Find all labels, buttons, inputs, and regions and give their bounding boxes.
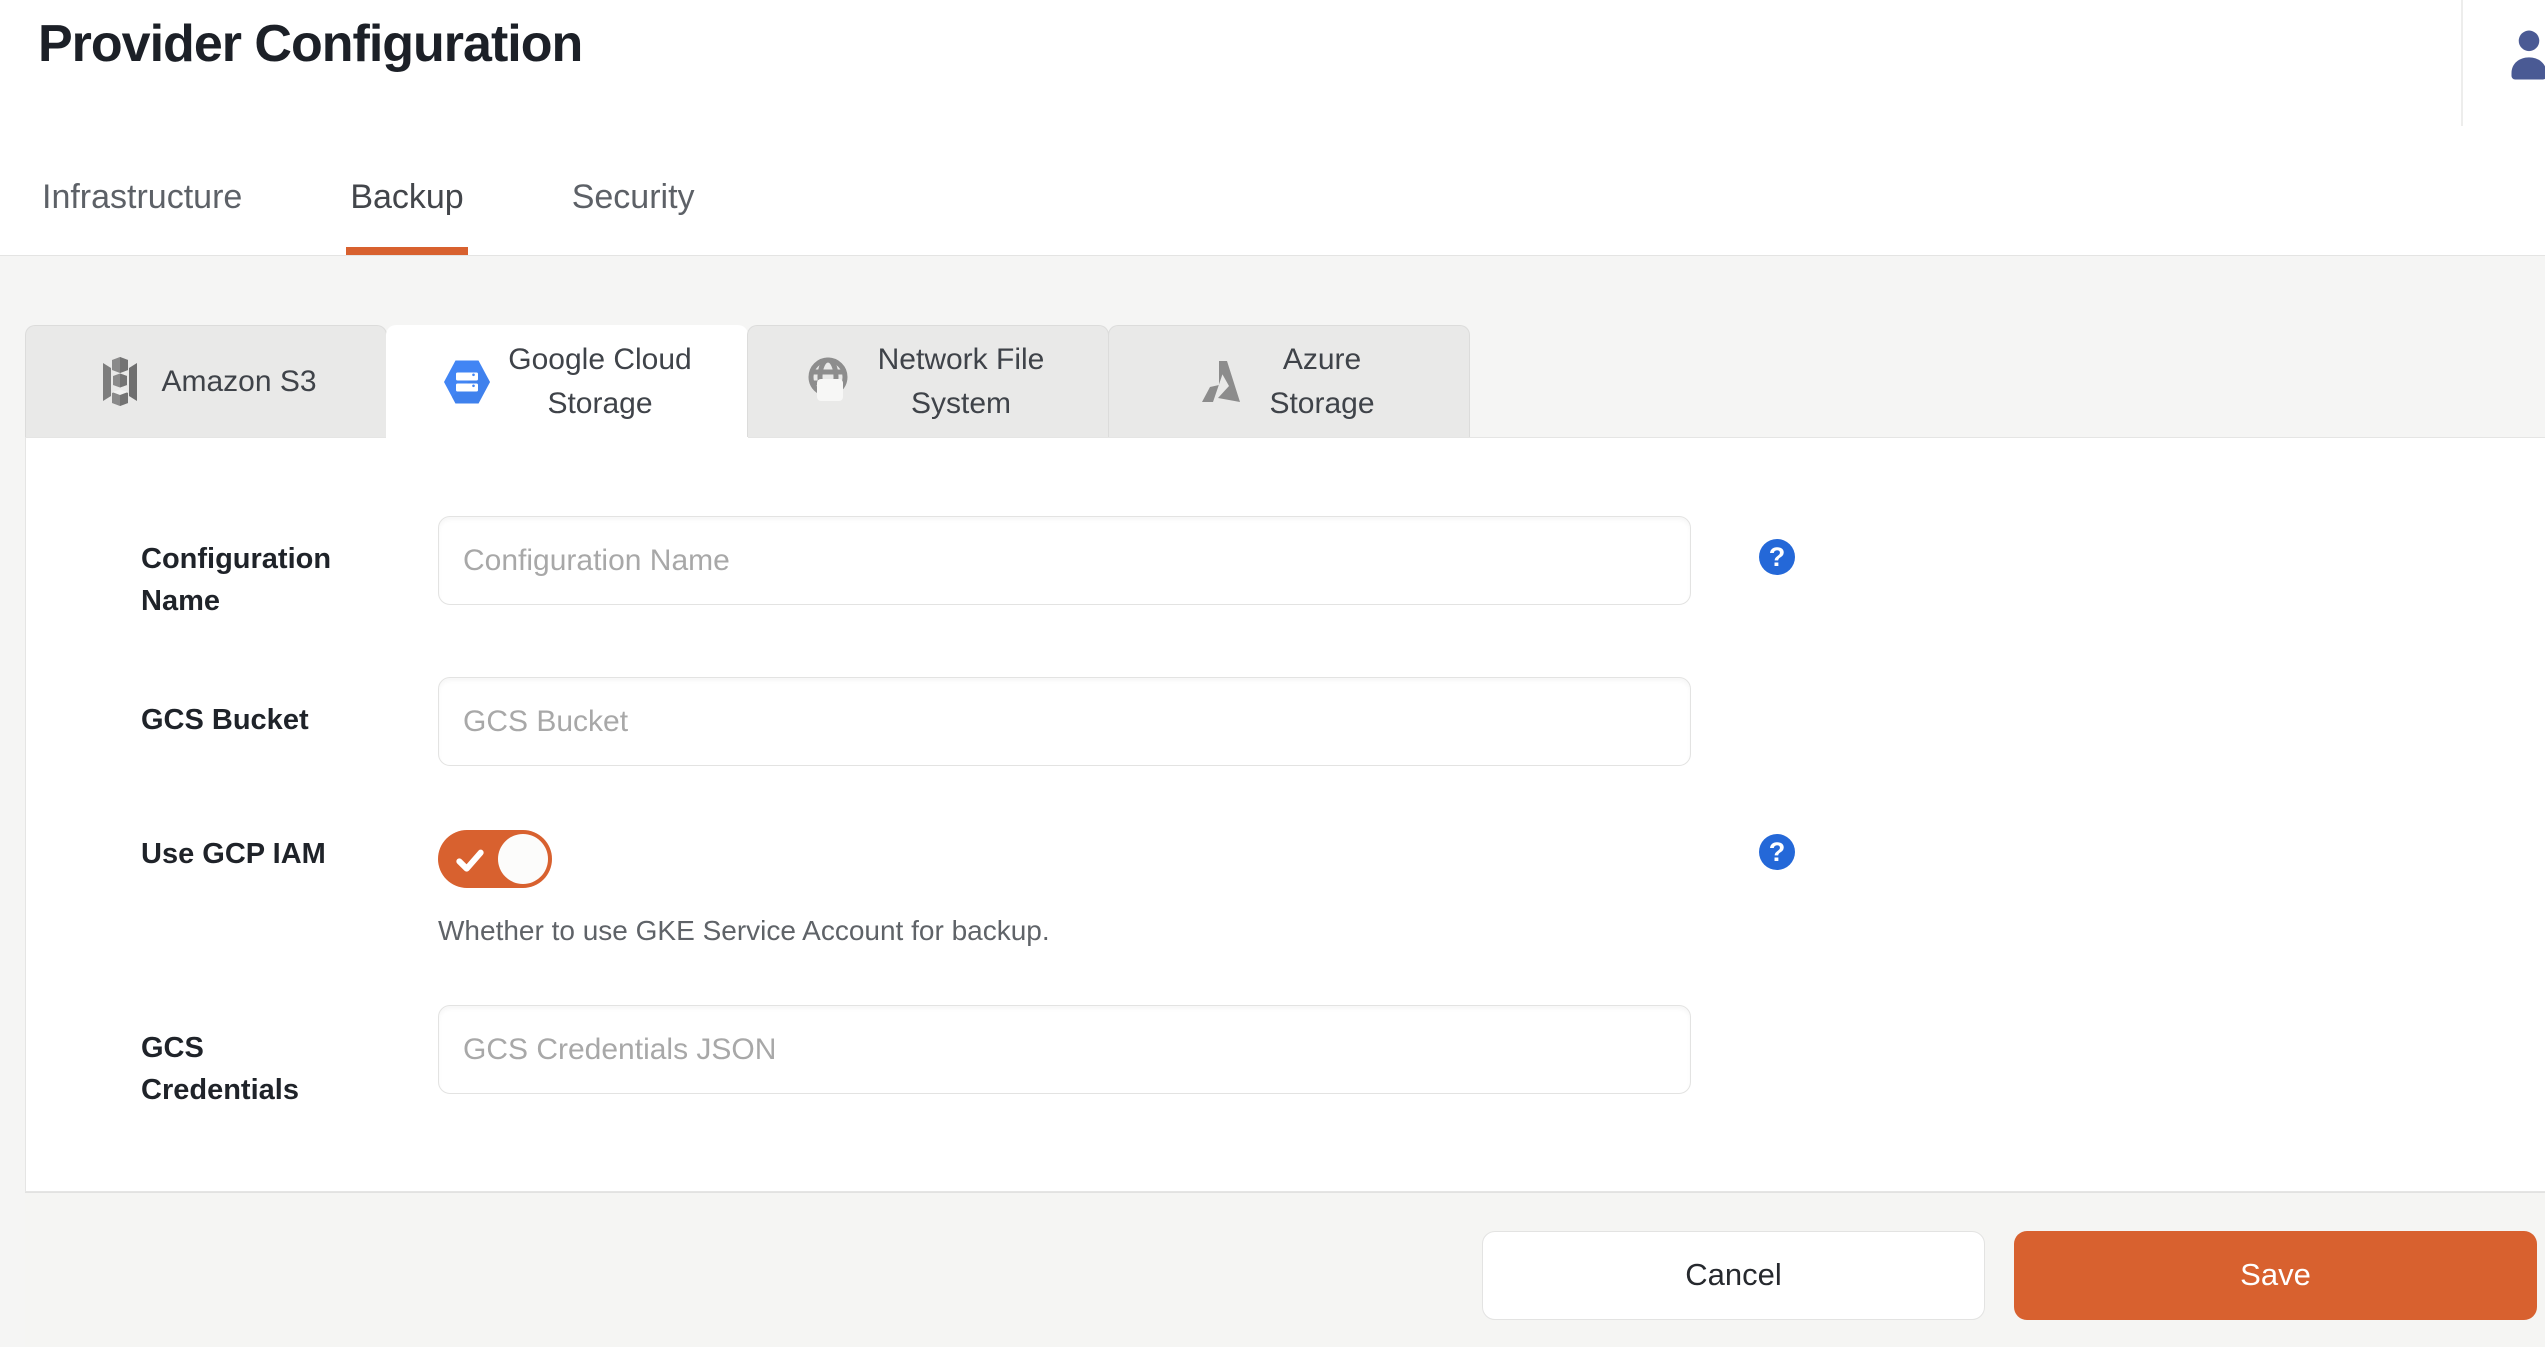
use-gcp-iam-label: Use GCP IAM: [141, 821, 438, 875]
toggle-knob: [498, 834, 548, 884]
form-row-gcs-bucket: GCS Bucket: [141, 677, 2545, 766]
form-row-gcs-credentials: GCS Credentials: [141, 1005, 2545, 1111]
provider-tab-bar: Amazon S3 Google Cloud Storage: [25, 325, 2545, 437]
main-tab-bar: Infrastructure Backup Security: [38, 178, 699, 255]
help-icon[interactable]: ?: [1759, 834, 1795, 870]
tab-infrastructure[interactable]: Infrastructure: [38, 178, 246, 255]
provider-tab-label: Amazon S3: [161, 360, 316, 404]
network-file-system-icon: [805, 357, 855, 407]
tab-security[interactable]: Security: [568, 178, 699, 255]
provider-tab-network-file-system[interactable]: Network File System: [747, 325, 1109, 437]
user-icon[interactable]: [2501, 24, 2545, 80]
amazon-s3-icon: [95, 357, 145, 407]
provider-tab-label: Network File System: [871, 338, 1051, 426]
page-title: Provider Configuration: [38, 14, 582, 74]
provider-tab-label: Google Cloud Storage: [508, 338, 693, 426]
help-icon[interactable]: ?: [1759, 539, 1795, 575]
cancel-button[interactable]: Cancel: [1482, 1231, 1985, 1320]
gcs-credentials-label: GCS Credentials: [141, 1005, 438, 1111]
checkmark-icon: [454, 844, 486, 876]
provider-tab-google-cloud-storage[interactable]: Google Cloud Storage: [386, 325, 748, 438]
configuration-name-label: Configuration Name: [141, 516, 438, 622]
provider-tab-azure-storage[interactable]: Azure Storage: [1108, 325, 1470, 437]
configuration-name-input[interactable]: [438, 516, 1691, 605]
gcs-bucket-label: GCS Bucket: [141, 677, 438, 741]
tab-backup[interactable]: Backup: [346, 178, 467, 255]
form-footer: Cancel Save: [25, 1192, 2545, 1347]
provider-tab-label: Azure Storage: [1262, 338, 1382, 426]
azure-storage-icon: [1196, 357, 1246, 407]
provider-config-form: Configuration Name ? GCS Bucket Use GCP …: [25, 437, 2545, 1192]
header-divider: [2461, 0, 2463, 126]
use-gcp-iam-description: Whether to use GKE Service Account for b…: [438, 915, 1691, 947]
gcs-bucket-input[interactable]: [438, 677, 1691, 766]
gcs-credentials-input[interactable]: [438, 1005, 1691, 1094]
page-header: Provider Configuration Infrastructure Ba…: [0, 0, 2545, 256]
form-row-configuration-name: Configuration Name ?: [141, 516, 2545, 622]
save-button[interactable]: Save: [2014, 1231, 2537, 1320]
provider-tab-amazon-s3[interactable]: Amazon S3: [25, 325, 387, 437]
form-row-use-gcp-iam: Use GCP IAM Whether to use GKE Service A…: [141, 821, 2545, 947]
google-cloud-storage-icon: [442, 357, 492, 407]
use-gcp-iam-toggle[interactable]: [438, 830, 552, 888]
